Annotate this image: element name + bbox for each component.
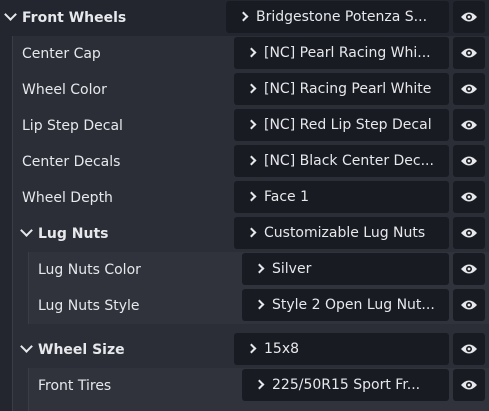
property-row-wheel-depth: Wheel Depth Face 1 (0, 180, 489, 216)
property-row-lug-nuts: Lug Nuts Customizable Lug Nuts (0, 216, 489, 252)
row-label: Lug Nuts Color (38, 262, 141, 278)
row-value: [NC] Black Center Dec... (264, 153, 434, 169)
value-dropdown-wheel-size[interactable]: 15x8 (234, 333, 449, 365)
row-value: [NC] Racing Pearl White (264, 81, 432, 97)
value-dropdown-center-cap[interactable]: [NC] Pearl Racing Whi... (234, 37, 449, 69)
chevron-right-icon (246, 155, 257, 166)
visibility-toggle-wheel-size[interactable] (453, 333, 485, 365)
value-dropdown-center-decals[interactable]: [NC] Black Center Dec... (234, 145, 449, 177)
eye-icon (461, 228, 477, 238)
chevron-right-icon (246, 227, 257, 238)
row-value: Silver (272, 261, 312, 277)
value-dropdown-front-wheels[interactable]: Bridgestone Potenza S... (226, 1, 449, 33)
row-value: 15x8 (264, 341, 300, 357)
row-label: Lip Step Decal (22, 118, 123, 134)
chevron-right-icon (246, 83, 257, 94)
chevron-right-icon (246, 191, 257, 202)
eye-icon (461, 120, 477, 130)
value-dropdown-wheel-depth[interactable]: Face 1 (234, 181, 449, 213)
chevron-right-icon (246, 343, 257, 354)
row-value: Face 1 (264, 189, 310, 205)
chevron-right-icon (254, 379, 265, 390)
visibility-toggle-wheel-depth[interactable] (453, 181, 485, 213)
chevron-right-icon (254, 299, 265, 310)
row-label: Wheel Color (22, 82, 107, 98)
eye-icon (461, 156, 477, 166)
property-row-lug-nuts-color: Lug Nuts Color Silver (0, 252, 489, 288)
row-label: Front Wheels (22, 10, 127, 26)
chevron-right-icon (238, 11, 249, 22)
chevron-right-icon (246, 119, 257, 130)
property-row-front-wheels: Front Wheels Bridgestone Potenza S... (0, 0, 489, 36)
row-label: Wheel Size (38, 342, 125, 358)
visibility-toggle-wheel-color[interactable] (453, 73, 485, 105)
visibility-toggle-lug-nuts-color[interactable] (453, 253, 485, 285)
value-dropdown-lug-nuts[interactable]: Customizable Lug Nuts (234, 217, 449, 249)
eye-icon (461, 264, 477, 274)
property-row-wheel-size: Wheel Size 15x8 (0, 332, 489, 368)
chevron-down-icon (20, 224, 33, 237)
visibility-toggle-lug-nuts[interactable] (453, 217, 485, 249)
property-row-front-tires: Front Tires 225/50R15 Sport Fr... (0, 368, 489, 404)
row-value: [NC] Pearl Racing Whi... (264, 45, 431, 61)
eye-icon (461, 84, 477, 94)
property-row-center-cap: Center Cap [NC] Pearl Racing Whi... (0, 36, 489, 72)
eye-icon (461, 12, 477, 22)
eye-icon (461, 300, 477, 310)
value-dropdown-wheel-color[interactable]: [NC] Racing Pearl White (234, 73, 449, 105)
property-row-wheel-color: Wheel Color [NC] Racing Pearl White (0, 72, 489, 108)
eye-icon (461, 192, 477, 202)
eye-icon (461, 380, 477, 390)
visibility-toggle-center-cap[interactable] (453, 37, 485, 69)
row-label: Center Cap (22, 46, 101, 62)
section-toggle-front-wheels[interactable]: Front Wheels (4, 0, 127, 36)
row-label: Front Tires (38, 378, 112, 394)
row-value: Style 2 Open Lug Nut... (272, 297, 435, 313)
chevron-down-icon (4, 8, 17, 21)
eye-icon (461, 344, 477, 354)
chevron-right-icon (246, 47, 257, 58)
value-dropdown-lug-nuts-style[interactable]: Style 2 Open Lug Nut... (242, 289, 449, 321)
visibility-toggle-lug-nuts-style[interactable] (453, 289, 485, 321)
property-row-lug-nuts-style: Lug Nuts Style Style 2 Open Lug Nut... (0, 288, 489, 324)
value-dropdown-lug-nuts-color[interactable]: Silver (242, 253, 449, 285)
visibility-toggle-front-wheels[interactable] (453, 1, 485, 33)
row-label: Wheel Depth (22, 190, 113, 206)
chevron-right-icon (254, 263, 265, 274)
row-label: Lug Nuts (38, 226, 109, 242)
row-value: 225/50R15 Sport Fr... (272, 377, 421, 393)
chevron-down-icon (20, 340, 33, 353)
row-label: Lug Nuts Style (38, 298, 140, 314)
eye-icon (461, 48, 477, 58)
visibility-toggle-lip-step-decal[interactable] (453, 109, 485, 141)
value-dropdown-front-tires[interactable]: 225/50R15 Sport Fr... (242, 369, 449, 401)
visibility-toggle-center-decals[interactable] (453, 145, 485, 177)
section-toggle-wheel-size[interactable]: Wheel Size (20, 332, 125, 368)
property-row-center-decals: Center Decals [NC] Black Center Dec... (0, 144, 489, 180)
value-dropdown-lip-step-decal[interactable]: [NC] Red Lip Step Decal (234, 109, 449, 141)
row-value: Bridgestone Potenza S... (256, 9, 428, 25)
row-value: Customizable Lug Nuts (264, 225, 426, 241)
row-label: Center Decals (22, 154, 121, 170)
row-value: [NC] Red Lip Step Decal (264, 117, 432, 133)
visibility-toggle-front-tires[interactable] (453, 369, 485, 401)
section-toggle-lug-nuts[interactable]: Lug Nuts (20, 216, 109, 252)
property-row-lip-step-decal: Lip Step Decal [NC] Red Lip Step Decal (0, 108, 489, 144)
